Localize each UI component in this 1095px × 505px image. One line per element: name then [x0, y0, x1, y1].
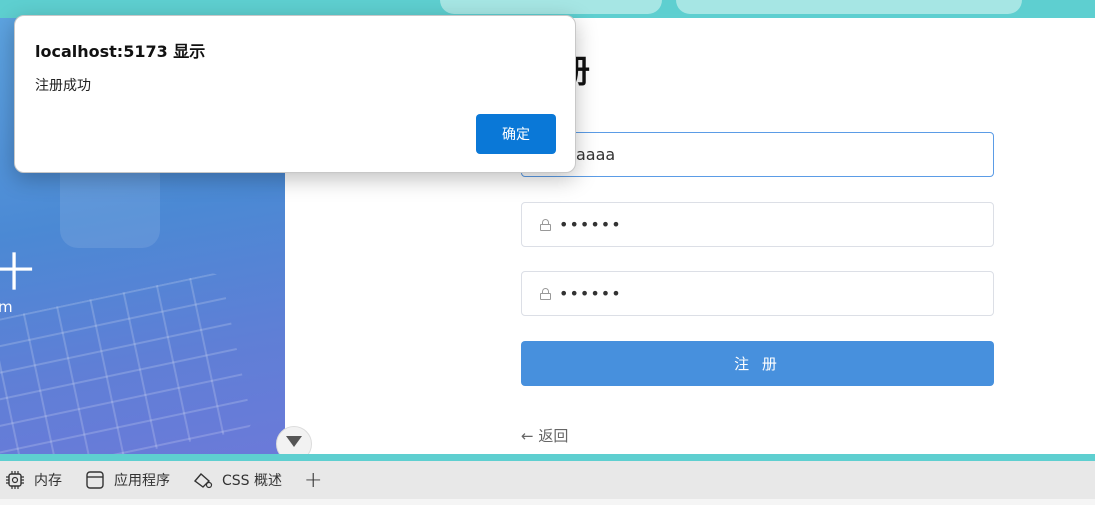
- browser-search-pill[interactable]: 搜索: [676, 0, 1022, 14]
- confirm-password-value: ••••••: [559, 284, 622, 303]
- lock-icon: [540, 287, 551, 300]
- confirm-password-field[interactable]: ••••••: [521, 271, 994, 316]
- username-field[interactable]: aaaa: [521, 132, 994, 177]
- css-overview-icon: [192, 469, 214, 491]
- username-value: aaaa: [576, 145, 616, 164]
- tab-application-label: 应用程序: [114, 473, 170, 489]
- dialog-message: 注册成功: [35, 78, 91, 94]
- add-tab-button[interactable]: +: [304, 468, 322, 493]
- tab-css-overview-label: CSS 概述: [222, 473, 282, 489]
- devtools-tab-bar: 内存 应用程序 CSS 概述 +: [0, 461, 1095, 499]
- ok-button[interactable]: 确定: [476, 114, 556, 154]
- lock-icon: [540, 218, 551, 231]
- banner-subtitle-text: m: [0, 298, 13, 316]
- browser-nav-pill[interactable]: [440, 0, 662, 14]
- application-window-icon: [84, 469, 106, 491]
- password-field[interactable]: ••••••: [521, 202, 994, 247]
- banner-keyboard-shape: [0, 271, 254, 454]
- tab-memory-label: 内存: [34, 473, 62, 489]
- alert-dialog: localhost:5173 显示 注册成功 确定: [14, 15, 576, 173]
- password-value: ••••••: [559, 215, 622, 234]
- back-link[interactable]: ← 返回: [521, 425, 568, 446]
- memory-chip-icon: [4, 469, 26, 491]
- tab-memory[interactable]: 内存: [4, 469, 62, 491]
- banner-heading-text: 十: [0, 250, 34, 296]
- chevron-down-icon: [286, 435, 302, 447]
- dialog-title: localhost:5173 显示: [35, 42, 206, 61]
- register-button[interactable]: 注 册: [521, 341, 994, 386]
- devtools-border: [0, 454, 1095, 461]
- tab-css-overview[interactable]: CSS 概述: [192, 469, 282, 491]
- tab-application[interactable]: 应用程序: [84, 469, 170, 491]
- devtools-panel-edge: [0, 499, 1095, 505]
